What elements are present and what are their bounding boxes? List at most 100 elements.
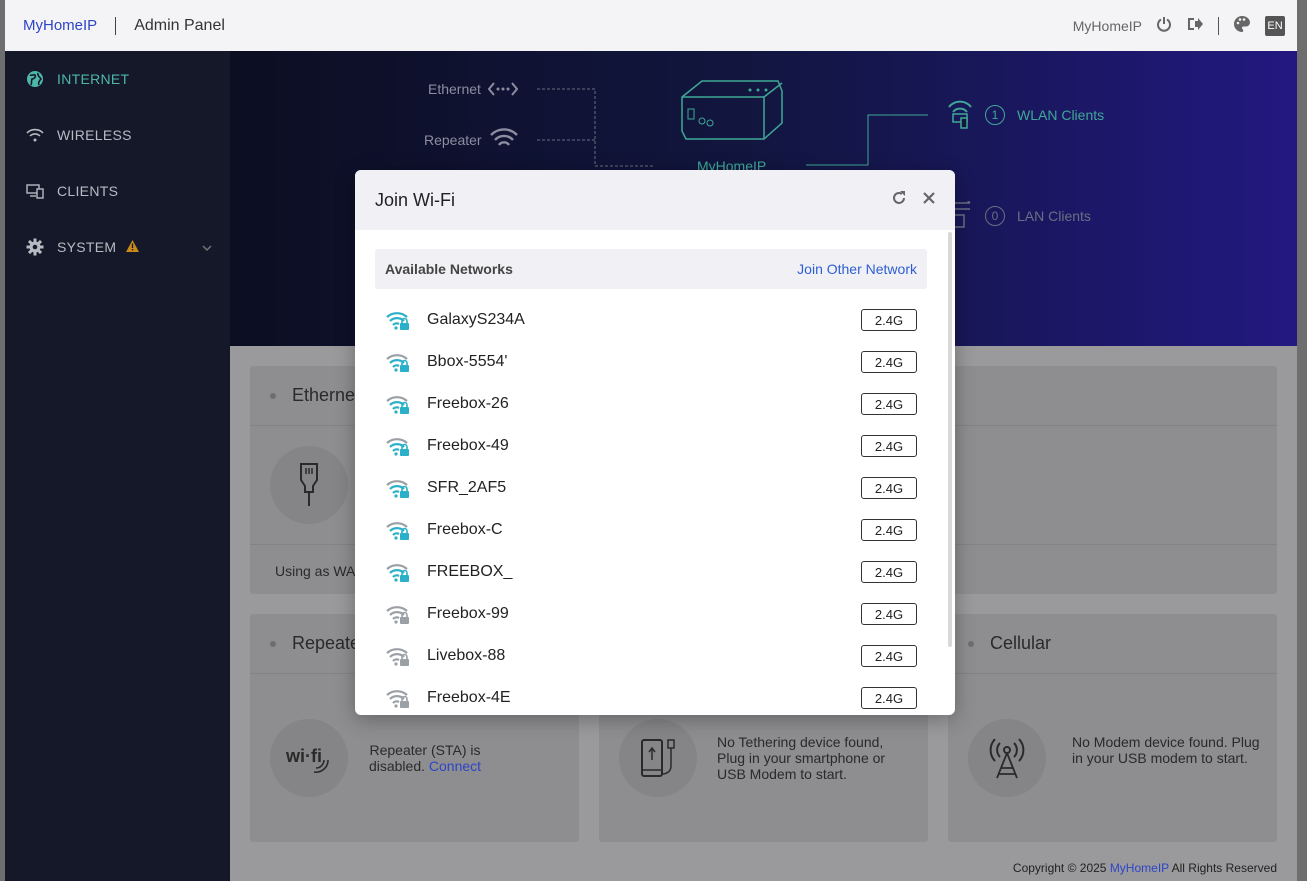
network-row[interactable]: Freebox-C 2.4G	[375, 509, 927, 551]
network-name: Livebox-88	[427, 647, 506, 664]
sidebar-item-label: SYSTEM	[57, 239, 117, 255]
network-row[interactable]: FREEBOX_ 2.4G	[375, 551, 927, 593]
wlan-count: 1	[985, 105, 1005, 125]
network-row[interactable]: Freebox-4E 2.4G	[375, 677, 927, 715]
sidebar: INTERNET WIRELESS CLIENTS SYSTEM	[5, 51, 230, 881]
username: MyHomeIP	[1072, 17, 1142, 34]
wlan-line	[806, 114, 928, 166]
network-name: Freebox-4E	[427, 689, 511, 706]
network-name: Freebox-99	[427, 605, 509, 622]
network-name: SFR_2AF5	[427, 479, 507, 496]
wifi-lock-icon	[385, 477, 411, 499]
network-row[interactable]: Bbox-5554' 2.4G	[375, 341, 927, 383]
network-name: Freebox-49	[427, 437, 509, 454]
top-bar: MyHomeIP Admin Panel MyHomeIP EN	[5, 0, 1297, 51]
wlan-clients-link[interactable]: WLAN Clients	[1017, 107, 1104, 123]
wifi-logo-icon: wi·fi	[270, 719, 348, 797]
band-badge: 2.4G	[861, 561, 917, 583]
wifi-lock-icon	[385, 393, 411, 415]
status-dot	[270, 640, 276, 647]
network-name: Bbox-5554'	[427, 353, 508, 370]
band-badge: 2.4G	[861, 393, 917, 415]
wifi-lock-icon	[385, 519, 411, 541]
wifi-lock-icon	[385, 645, 411, 667]
devices-icon	[25, 181, 45, 201]
wifi-icon	[489, 126, 519, 155]
modal-title: Join Wi-Fi	[375, 189, 455, 210]
band-badge: 2.4G	[861, 477, 917, 499]
sidebar-item-wireless[interactable]: WIRELESS	[5, 107, 230, 163]
network-list: GalaxyS234A 2.4G Bbox-5554' 2.4G Freebox-26 2…	[375, 299, 927, 715]
network-row[interactable]: GalaxyS234A 2.4G	[375, 299, 927, 341]
card-title: Ethernet	[292, 385, 361, 405]
scrollbar[interactable]	[948, 232, 952, 647]
wifi-lock-icon	[385, 351, 411, 373]
modal-body: Available Networks Join Other Network Ga…	[375, 249, 927, 715]
divider	[115, 16, 117, 35]
lan-count: 0	[985, 206, 1005, 226]
footer: Copyright © 2025 MyHomeIP All Rights Res…	[1013, 861, 1277, 875]
status-dot	[968, 640, 974, 647]
network-row[interactable]: Freebox-99 2.4G	[375, 593, 927, 635]
divider	[1218, 16, 1219, 35]
join-other-network-link[interactable]: Join Other Network	[797, 261, 917, 277]
power-icon[interactable]	[1156, 16, 1172, 35]
lan-clients-link[interactable]: LAN Clients	[1017, 208, 1091, 224]
repeater-label: Repeater	[424, 132, 482, 148]
band-badge: 2.4G	[861, 351, 917, 373]
network-row[interactable]: Livebox-88 2.4G	[375, 635, 927, 677]
phone-usb-icon	[619, 719, 697, 797]
band-badge: 2.4G	[861, 603, 917, 625]
network-row[interactable]: SFR_2AF5 2.4G	[375, 467, 927, 509]
wifi-lock-icon	[385, 435, 411, 457]
modal-header: Join Wi-Fi	[355, 170, 955, 230]
band-badge: 2.4G	[861, 687, 917, 709]
sidebar-item-system[interactable]: SYSTEM	[5, 219, 230, 275]
band-badge: 2.4G	[861, 309, 917, 331]
router-icon	[678, 77, 786, 148]
cellular-status: No Modem device found. Plug in your USB …	[1072, 734, 1260, 766]
network-name: FREEBOX_	[427, 563, 513, 580]
footer-brand-link[interactable]: MyHomeIP	[1110, 861, 1169, 875]
logout-icon[interactable]	[1186, 16, 1204, 35]
sidebar-item-clients[interactable]: CLIENTS	[5, 163, 230, 219]
wlan-clients-icon	[946, 99, 974, 134]
close-icon[interactable]	[923, 191, 935, 209]
globe-icon	[25, 69, 45, 89]
network-name: GalaxyS234A	[427, 311, 525, 328]
svg-text:wi·fi: wi·fi	[285, 746, 322, 766]
wifi-lock-icon	[385, 603, 411, 625]
ethernet-icon	[487, 81, 519, 102]
band-badge: 2.4G	[861, 519, 917, 541]
language-button[interactable]: EN	[1265, 15, 1285, 36]
refresh-icon[interactable]	[891, 190, 907, 211]
sidebar-item-label: INTERNET	[57, 71, 130, 87]
network-row[interactable]: Freebox-49 2.4G	[375, 425, 927, 467]
network-name: Freebox-C	[427, 521, 503, 538]
repeater-status: Repeater (STA) is disabled. Connect	[360, 742, 490, 774]
sidebar-item-internet[interactable]: INTERNET	[5, 51, 230, 107]
cellular-card: Cellular No Modem device found. Plug in …	[948, 614, 1277, 842]
wifi-icon	[25, 125, 45, 145]
palette-icon[interactable]	[1233, 15, 1251, 36]
brand-logo[interactable]: MyHomeIP	[23, 17, 97, 34]
card-header: Cellular	[948, 614, 1277, 674]
tethering-status: No Tethering device found, Plug in your …	[717, 734, 886, 782]
modal-actions	[891, 190, 935, 211]
connect-link[interactable]: Connect	[429, 758, 481, 774]
ethernet-plug-icon	[270, 446, 348, 524]
network-row[interactable]: Freebox-26 2.4G	[375, 383, 927, 425]
chevron-down-icon[interactable]	[202, 240, 212, 254]
networks-header: Available Networks Join Other Network	[375, 249, 927, 289]
gear-icon	[25, 237, 45, 257]
join-wifi-modal: Join Wi-Fi Available Networks Join Other…	[355, 170, 955, 715]
wifi-lock-icon	[385, 561, 411, 583]
copyright-text: Copyright © 2025	[1012, 861, 1107, 875]
wan-status: Using as WAN	[275, 563, 366, 579]
network-name: Freebox-26	[427, 395, 509, 412]
warning-icon	[126, 239, 140, 255]
wifi-lock-icon	[385, 309, 411, 331]
wifi-lock-icon	[385, 687, 411, 709]
card-title: Cellular	[990, 633, 1052, 653]
page-title: Admin Panel	[134, 16, 225, 34]
